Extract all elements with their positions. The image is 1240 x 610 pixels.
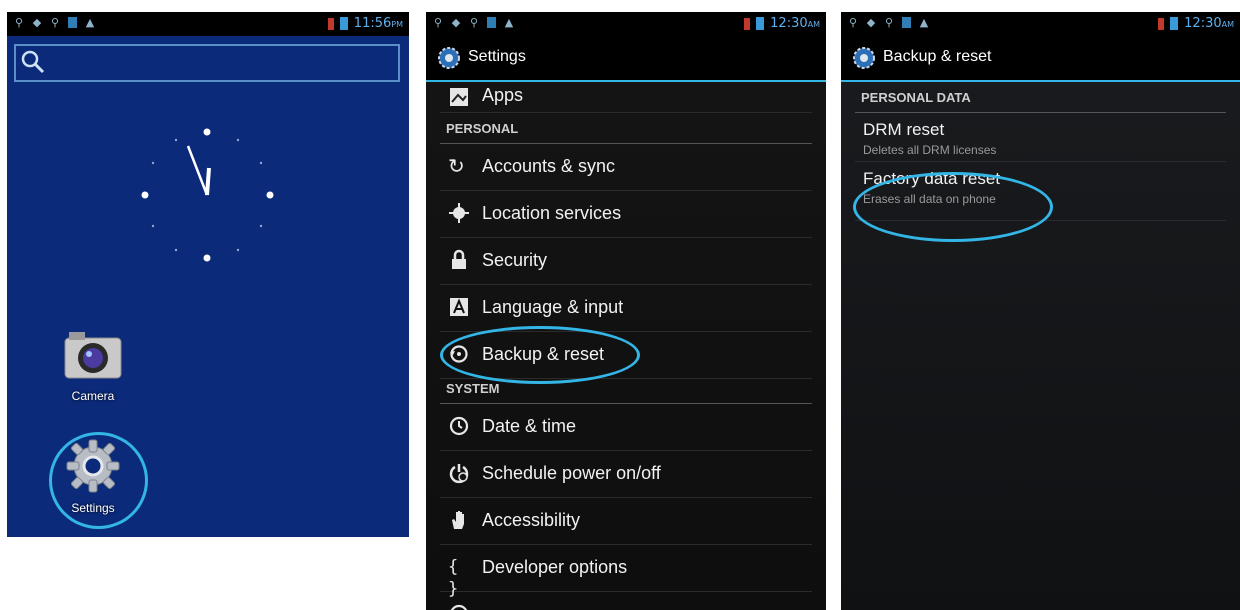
settings-item-label: Location services [482, 203, 622, 223]
settings-gear-icon[interactable] [851, 45, 877, 71]
usb-icon: ⚲ [848, 16, 858, 29]
usb-debug-icon: ⚲ [884, 16, 894, 29]
section-header-personal: PERSONAL [440, 113, 812, 144]
signal-alert-icon [327, 17, 334, 30]
page-title: Settings [468, 48, 526, 65]
location-icon [449, 203, 469, 223]
settings-item-date-time[interactable]: Date & time [440, 404, 812, 451]
warning-icon: ▲ [919, 16, 929, 29]
signal-alert-icon [1158, 17, 1165, 30]
signal-alert-icon [744, 17, 751, 30]
factory-reset-highlight-circle [853, 172, 1053, 242]
apps-icon [450, 88, 468, 106]
search-icon[interactable] [20, 49, 46, 75]
section-header-system: SYSTEM [440, 379, 812, 404]
action-bar: Backup & reset [841, 36, 1240, 82]
home-screen: ⚲ ◆ ⚲ ▲ 11:56PM Camera Settings [7, 12, 409, 537]
settings-item-accessibility[interactable]: Accessibility [440, 498, 812, 545]
battery-icon [756, 17, 765, 30]
settings-item-apps[interactable]: Apps [440, 82, 812, 113]
camera-app[interactable]: Camera [57, 330, 129, 403]
backup-reset-highlight-circle [440, 326, 640, 384]
settings-item-location[interactable]: Location services [440, 191, 812, 238]
battery-icon [339, 17, 348, 30]
sync-icon: ◆ [866, 16, 876, 29]
backup-reset-screen: ⚲ ◆ ⚲ ▲ 12:30AM Backup & reset PERSONAL … [841, 12, 1240, 610]
clock-icon [449, 416, 469, 436]
sync-icon: ◆ [32, 16, 42, 29]
settings-item-about-phone[interactable] [440, 592, 812, 610]
status-clock: 11:56PM [353, 16, 403, 31]
battery-icon [1170, 17, 1179, 30]
settings-item-developer-options[interactable]: { } Developer options [440, 545, 812, 599]
settings-item-label: Language & input [482, 297, 624, 317]
settings-item-label: Security [482, 250, 548, 270]
drm-reset-title: DRM reset [863, 120, 945, 139]
settings-item-language[interactable]: Language & input [440, 285, 812, 332]
usb-icon: ⚲ [433, 16, 443, 29]
settings-item-label: Apps [482, 85, 524, 105]
warning-icon: ▲ [85, 16, 95, 29]
info-icon [450, 604, 468, 610]
settings-item-label: Schedule power on/off [482, 463, 661, 483]
hand-icon [452, 511, 464, 529]
usb-icon: ⚲ [14, 16, 24, 29]
language-icon [450, 298, 468, 316]
usb-debug-icon: ⚲ [50, 16, 60, 29]
settings-item-label: Developer options [482, 557, 628, 577]
settings-item-label: Accessibility [482, 510, 581, 530]
power-schedule-icon [449, 464, 469, 484]
drm-reset-item[interactable]: DRM reset Deletes all DRM licenses [855, 113, 1226, 162]
sd-card-icon [902, 17, 911, 28]
settings-gear-icon[interactable] [436, 45, 462, 71]
status-bar: ⚲ ◆ ⚲ ▲ 11:56PM [7, 12, 409, 36]
notification-icons: ⚲ ◆ ⚲ ▲ [14, 16, 95, 29]
settings-item-accounts-sync[interactable]: ↻ Accounts & sync [440, 144, 812, 191]
section-header-label: SYSTEM [446, 381, 500, 396]
sd-card-icon [68, 17, 77, 28]
status-bar: ⚲ ◆ ⚲ ▲ 12:30AM [426, 12, 826, 36]
action-bar: Settings [426, 36, 826, 82]
lock-icon [452, 249, 466, 269]
settings-item-schedule-power[interactable]: Schedule power on/off [440, 451, 812, 498]
settings-item-security[interactable]: Security [440, 238, 812, 285]
analog-clock-widget[interactable] [128, 108, 286, 278]
settings-item-label: Date & time [482, 416, 577, 436]
status-clock: 12:30AM [770, 16, 820, 31]
status-bar: ⚲ ◆ ⚲ ▲ 12:30AM [841, 12, 1240, 36]
section-header-personal-data: PERSONAL DATA [855, 82, 1226, 113]
page-title: Backup & reset [883, 48, 992, 65]
settings-screen: ⚲ ◆ ⚲ ▲ 12:30AM Settings Apps PERSONAL ↻… [426, 12, 826, 610]
sync-icon: ◆ [451, 16, 461, 29]
settings-item-label: Accounts & sync [482, 156, 616, 176]
sd-card-icon [487, 17, 496, 28]
status-clock: 12:30AM [1184, 16, 1234, 31]
drm-reset-subtitle: Deletes all DRM licenses [863, 143, 997, 157]
sync-icon: ↻ [448, 154, 465, 178]
settings-highlight-circle [49, 432, 148, 529]
camera-icon [64, 332, 122, 379]
section-header-label: PERSONAL DATA [861, 90, 971, 105]
braces-icon: { } [448, 557, 459, 599]
section-header-label: PERSONAL [446, 121, 519, 136]
search-bar[interactable] [14, 44, 400, 82]
warning-icon: ▲ [504, 16, 514, 29]
usb-debug-icon: ⚲ [469, 16, 479, 29]
camera-app-label: Camera [71, 389, 115, 403]
